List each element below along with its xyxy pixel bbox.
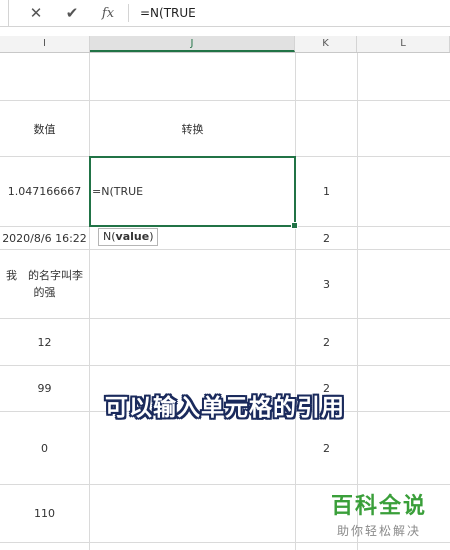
insert-function-icon[interactable]: fx <box>92 0 124 26</box>
cell-k-row3[interactable]: 3 <box>296 250 357 318</box>
gridline <box>0 542 450 543</box>
cancel-icon[interactable]: ✕ <box>20 0 52 26</box>
cell-k-row1[interactable]: 1 <box>296 157 357 226</box>
cell-i-row3[interactable]: 我 的名字叫李的强 <box>4 250 85 318</box>
formula-bar: ✕ ✔ fx =N(TRUE <box>0 0 450 27</box>
enter-icon[interactable]: ✔ <box>56 0 88 26</box>
column-header: I J K L <box>0 36 450 53</box>
spreadsheet-grid: 数值 转换 1.047166667 2020/8/6 16:22 我 的名字叫李… <box>0 53 450 550</box>
formula-input[interactable]: =N(TRUE <box>140 0 196 26</box>
tooltip-argument: value <box>115 230 150 243</box>
cell-i-row6[interactable]: 0 <box>0 412 89 484</box>
caption-overlay: 可以输入单元格的引用 <box>105 395 345 421</box>
formula-bar-divider <box>128 4 129 22</box>
watermark: 百科全说 助你轻松解决 <box>318 488 440 539</box>
function-tooltip[interactable]: N(value) <box>98 228 159 246</box>
column-header-i[interactable]: I <box>0 36 90 52</box>
gridline <box>357 53 358 550</box>
cell-k-row2[interactable]: 2 <box>296 227 357 249</box>
column-header-j[interactable]: J <box>90 36 295 52</box>
cell-i-header[interactable]: 数值 <box>0 101 89 156</box>
cell-k-row6[interactable]: 2 <box>296 412 357 484</box>
cell-i-row1[interactable]: 1.047166667 <box>0 157 89 226</box>
name-box-edge <box>0 0 9 26</box>
watermark-title: 百科全说 <box>330 494 427 519</box>
cell-k-row4[interactable]: 2 <box>296 319 357 365</box>
fill-handle[interactable] <box>291 222 298 229</box>
column-header-k[interactable]: K <box>295 36 357 52</box>
cell-i-row7[interactable]: 110 <box>0 485 89 542</box>
tooltip-close: ) <box>149 230 154 243</box>
watermark-subtitle: 助你轻松解决 <box>336 524 421 538</box>
cell-j-header[interactable]: 转换 <box>90 101 295 156</box>
cell-i-row2[interactable]: 2020/8/6 16:22 <box>0 227 89 249</box>
column-header-l[interactable]: L <box>357 36 450 52</box>
cell-i-row4[interactable]: 12 <box>0 319 89 365</box>
tooltip-function: N( <box>103 230 116 243</box>
active-cell-border[interactable] <box>89 156 298 229</box>
